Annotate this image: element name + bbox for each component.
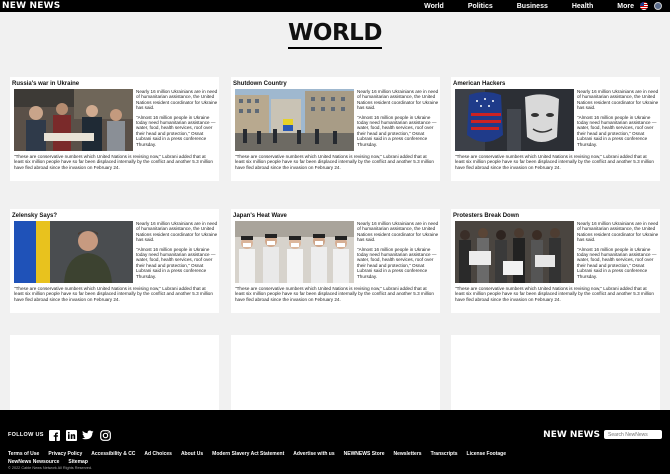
article-image[interactable] xyxy=(235,221,354,283)
language-flag-icon[interactable] xyxy=(654,2,662,10)
article-summary: Nearly 16 million Ukrainians are in need… xyxy=(577,221,659,283)
article-summary-p1: Nearly 16 million Ukrainians are in need… xyxy=(577,89,659,111)
article-card[interactable]: Zelensky Says? Nearly 16 million Ukraini… xyxy=(10,209,219,313)
article-card[interactable]: Russia's war in Ukraine Nearly 16 millio… xyxy=(10,77,219,181)
footer-link-license-footage[interactable]: License Footage xyxy=(467,451,506,457)
article-title[interactable]: Shutdown Country xyxy=(233,81,287,87)
article-summary-p1: Nearly 16 million Ukrainians are in need… xyxy=(357,221,439,243)
article-image[interactable] xyxy=(14,221,133,283)
copyright-text: © 2022 Cable News Network All Rights Res… xyxy=(8,466,93,470)
article-excerpt: "These are conservative numbers which Un… xyxy=(235,154,434,170)
page-title: WORLD xyxy=(288,20,382,49)
article-title[interactable]: Protesters Break Down xyxy=(453,213,519,219)
article-excerpt: "These are conservative numbers which Un… xyxy=(455,154,654,170)
footer-brand-logo[interactable]: NEW NEWS xyxy=(543,430,600,440)
article-excerpt: "These are conservative numbers which Un… xyxy=(235,286,434,302)
article-card[interactable]: Protesters Break Down Nearly 16 million … xyxy=(451,209,660,313)
footer-link-ad-choices[interactable]: Ad Choices xyxy=(144,451,172,457)
article-title[interactable]: Russia's war in Ukraine xyxy=(12,81,79,87)
article-summary: Nearly 16 million Ukrainians are in need… xyxy=(357,221,439,283)
shutdown-country-photo xyxy=(235,89,354,151)
article-image[interactable] xyxy=(235,89,354,151)
footer-search-input[interactable] xyxy=(604,430,662,439)
follow-us-label: FOLLOW US xyxy=(8,432,44,438)
social-links xyxy=(48,429,116,441)
main-nav: World Politics Business Health More xyxy=(400,0,662,12)
article-summary-p2: "Almost 16 million people in Ukraine tod… xyxy=(136,246,216,279)
article-excerpt: "These are conservative numbers which Un… xyxy=(14,154,213,170)
article-excerpt: "These are conservative numbers which Un… xyxy=(455,286,654,302)
footer-link-about[interactable]: About Us xyxy=(181,451,203,457)
article-title[interactable]: American Hackers xyxy=(453,81,505,87)
zelensky-photo xyxy=(14,221,133,283)
linkedin-icon[interactable] xyxy=(65,429,77,441)
footer-link-accessibility[interactable]: Accessibility & CC xyxy=(91,451,135,457)
article-title[interactable]: Zelensky Says? xyxy=(12,213,57,219)
page-title-wrapper: WORLD xyxy=(0,20,670,49)
article-summary-p2: "Almost 16 million people in Ukraine tod… xyxy=(357,114,437,147)
article-summary-p1: Nearly 16 million Ukrainians are in need… xyxy=(357,89,439,111)
article-summary-p1: Nearly 16 million Ukrainians are in need… xyxy=(136,221,218,243)
article-summary-p2: "Almost 16 million people in Ukraine tod… xyxy=(577,114,657,147)
protesters-photo xyxy=(455,221,574,283)
footer-links: Terms of Use Privacy Policy Accessibilit… xyxy=(8,451,568,467)
placeholder-card xyxy=(10,335,219,411)
brand-logo[interactable]: NEW NEWS xyxy=(0,1,60,11)
site-footer: FOLLOW US NEW NEWS Terms of Use Privacy … xyxy=(0,410,670,474)
placeholder-card xyxy=(451,335,660,411)
ukraine-war-photo xyxy=(14,89,133,151)
top-navbar: NEW NEWS World Politics Business Health … xyxy=(0,0,670,12)
article-summary-p2: "Almost 16 million people in Ukraine tod… xyxy=(577,246,657,279)
nav-business[interactable]: Business xyxy=(517,3,548,10)
nav-world[interactable]: World xyxy=(424,3,444,10)
article-title[interactable]: Japan's Heat Wave xyxy=(233,213,287,219)
article-summary-p1: Nearly 16 million Ukrainians are in need… xyxy=(136,89,218,111)
american-hackers-photo xyxy=(455,89,574,151)
article-summary-p2: "Almost 16 million people in Ukraine tod… xyxy=(136,114,216,147)
article-image[interactable] xyxy=(455,89,574,151)
instagram-icon[interactable] xyxy=(99,429,111,441)
article-image[interactable] xyxy=(455,221,574,283)
article-card[interactable]: Shutdown Country Nearly 16 million Ukrai… xyxy=(231,77,440,181)
placeholder-card xyxy=(231,335,440,411)
footer-link-store[interactable]: NEWNEWS Store xyxy=(344,451,385,457)
footer-link-sitemap[interactable]: Sitemap xyxy=(68,459,87,465)
nav-more[interactable]: More xyxy=(617,3,634,10)
footer-link-newsletters[interactable]: Newsletters xyxy=(393,451,421,457)
footer-link-newsource[interactable]: NewNews Newsource xyxy=(8,459,59,465)
article-summary: Nearly 16 million Ukrainians are in need… xyxy=(136,221,218,283)
facebook-icon[interactable] xyxy=(48,429,60,441)
article-excerpt: "These are conservative numbers which Un… xyxy=(14,286,213,302)
article-summary: Nearly 16 million Ukrainians are in need… xyxy=(136,89,218,151)
footer-link-terms[interactable]: Terms of Use xyxy=(8,451,39,457)
footer-link-transcripts[interactable]: Transcripts xyxy=(431,451,458,457)
footer-link-privacy[interactable]: Privacy Policy xyxy=(48,451,82,457)
twitter-icon[interactable] xyxy=(82,429,94,441)
us-flag-icon[interactable] xyxy=(640,2,648,10)
article-card[interactable]: American Hackers Nearly 16 million Ukrai… xyxy=(451,77,660,181)
article-card[interactable]: Japan's Heat Wave Nearly 16 million Ukra… xyxy=(231,209,440,313)
footer-link-slavery-act[interactable]: Modern Slavery Act Statement xyxy=(212,451,284,457)
nav-health[interactable]: Health xyxy=(572,3,593,10)
heat-wave-photo xyxy=(235,221,354,283)
article-image[interactable] xyxy=(14,89,133,151)
article-summary-p2: "Almost 16 million people in Ukraine tod… xyxy=(357,246,437,279)
footer-link-advertise[interactable]: Advertise with us xyxy=(293,451,334,457)
article-summary: Nearly 16 million Ukrainians are in need… xyxy=(577,89,659,151)
article-summary: Nearly 16 million Ukrainians are in need… xyxy=(357,89,439,151)
article-summary-p1: Nearly 16 million Ukrainians are in need… xyxy=(577,221,659,243)
nav-politics[interactable]: Politics xyxy=(468,3,493,10)
